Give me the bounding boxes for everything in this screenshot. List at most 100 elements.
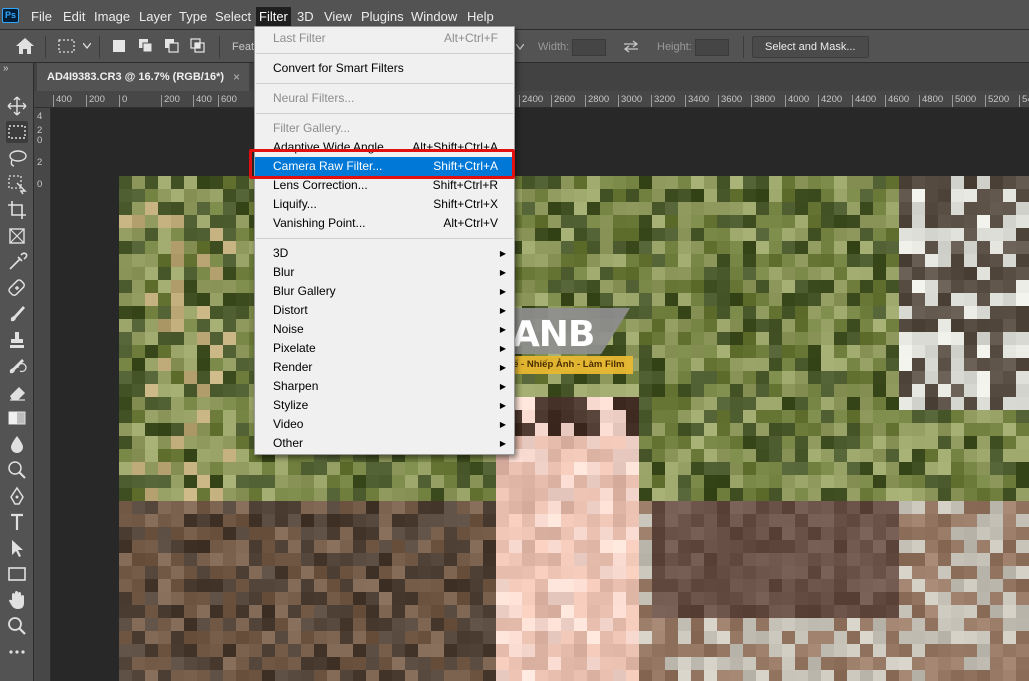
marquee-preset-icon[interactable] bbox=[58, 39, 76, 53]
healing-brush-icon[interactable] bbox=[6, 277, 28, 299]
ruler-tick-label: 400 bbox=[53, 95, 72, 107]
ruler-tick-label: 3800 bbox=[751, 95, 775, 107]
filter-menu-item-sharpen[interactable]: Sharpen ▶ bbox=[255, 377, 514, 396]
filter-menu-item-noise[interactable]: Noise ▶ bbox=[255, 320, 514, 339]
width-field[interactable] bbox=[572, 39, 606, 56]
menu-item-label: Blur bbox=[273, 265, 295, 279]
menu-select[interactable]: Select bbox=[212, 7, 254, 27]
crop-icon[interactable] bbox=[6, 199, 28, 221]
filter-menu-item-pixelate[interactable]: Pixelate ▶ bbox=[255, 339, 514, 358]
document-tab-bar: AD4I9383.CR3 @ 16.7% (RGB/16*) × bbox=[34, 63, 1029, 91]
intersect-selection-icon[interactable] bbox=[190, 38, 206, 54]
clone-stamp-icon[interactable] bbox=[6, 329, 28, 351]
canvas-area[interactable] bbox=[51, 108, 1029, 681]
menu-plugins[interactable]: Plugins bbox=[358, 7, 407, 27]
filter-menu-item-convert-for-smart-filters[interactable]: Convert for Smart Filters bbox=[255, 59, 514, 78]
swap-width-height-icon[interactable] bbox=[623, 40, 639, 53]
zoom-icon[interactable] bbox=[6, 615, 28, 637]
hand-icon[interactable] bbox=[6, 589, 28, 611]
eyedropper-icon[interactable] bbox=[6, 251, 28, 273]
filter-menu-item-adaptive-wide-angle[interactable]: Adaptive Wide Angle... Alt+Shift+Ctrl+A bbox=[255, 138, 514, 157]
close-icon[interactable]: × bbox=[233, 70, 240, 84]
menu-layer[interactable]: Layer bbox=[136, 7, 175, 27]
filter-menu-item-render[interactable]: Render ▶ bbox=[255, 358, 514, 377]
filter-menu-item-other[interactable]: Other ▶ bbox=[255, 434, 514, 453]
ruler-tick-label: 4800 bbox=[919, 95, 943, 107]
menu-item-label: Stylize bbox=[273, 398, 309, 412]
filter-menu-item-vanishing-point[interactable]: Vanishing Point... Alt+Ctrl+V bbox=[255, 214, 514, 233]
menu-view[interactable]: View bbox=[321, 7, 355, 27]
menu-filter[interactable]: Filter bbox=[256, 7, 291, 27]
marquee-icon[interactable] bbox=[6, 121, 28, 143]
chevron-down-icon[interactable] bbox=[83, 43, 91, 49]
menu-item-label: Other bbox=[273, 436, 304, 450]
rectangle-icon[interactable] bbox=[6, 563, 28, 585]
document-tab[interactable]: AD4I9383.CR3 @ 16.7% (RGB/16*) × bbox=[37, 63, 249, 91]
menu-image[interactable]: Image bbox=[91, 7, 133, 27]
add-to-selection-icon[interactable] bbox=[138, 38, 154, 54]
brush-icon[interactable] bbox=[6, 303, 28, 325]
new-selection-icon[interactable] bbox=[112, 39, 127, 54]
height-field[interactable] bbox=[695, 39, 729, 56]
menu-item-label: Pixelate bbox=[273, 341, 316, 355]
tools-panel: » bbox=[0, 63, 34, 681]
submenu-arrow-icon: ▶ bbox=[499, 306, 506, 315]
style-dropdown-chevron-icon[interactable] bbox=[516, 44, 524, 50]
ruler-tick-label: 200 bbox=[161, 95, 180, 107]
filter-menu-item-camera-raw-filter[interactable]: Camera Raw Filter... Shift+Ctrl+A bbox=[255, 157, 514, 176]
menu-separator bbox=[256, 53, 513, 54]
filter-menu-item-distort[interactable]: Distort ▶ bbox=[255, 301, 514, 320]
filter-menu-item-3d[interactable]: 3D ▶ bbox=[255, 244, 514, 263]
menu-separator bbox=[256, 83, 513, 84]
filter-menu-item-blur-gallery[interactable]: Blur Gallery ▶ bbox=[255, 282, 514, 301]
lasso-icon[interactable] bbox=[6, 147, 28, 169]
blur-icon[interactable] bbox=[6, 433, 28, 455]
ruler-tick-label: 0 bbox=[37, 179, 43, 190]
menu-3d[interactable]: 3D bbox=[294, 7, 317, 27]
ruler-tick-label: 5000 bbox=[952, 95, 976, 107]
menu-item-shortcut: Alt+Ctrl+V bbox=[443, 216, 498, 230]
move-icon[interactable] bbox=[6, 95, 28, 117]
filter-menu-item-neural-filters: Neural Filters... bbox=[255, 89, 514, 108]
filter-menu-item-lens-correction[interactable]: Lens Correction... Shift+Ctrl+R bbox=[255, 176, 514, 195]
ruler-tick-label: 2600 bbox=[551, 95, 575, 107]
panel-collapse-toggle[interactable]: » bbox=[3, 63, 9, 74]
vertical-ruler[interactable]: 42020 bbox=[34, 108, 51, 681]
home-icon[interactable] bbox=[15, 37, 35, 55]
more-tools-icon[interactable] bbox=[6, 641, 28, 663]
frame-icon[interactable] bbox=[6, 225, 28, 247]
menu-item-label: Camera Raw Filter... bbox=[273, 159, 383, 173]
menu-type[interactable]: Type bbox=[176, 7, 210, 27]
horizontal-ruler[interactable]: 400 200 0 200 400 600 2400 2600 2800 3000 3200 3400… bbox=[34, 91, 1029, 108]
history-brush-icon[interactable] bbox=[6, 355, 28, 377]
eraser-icon[interactable] bbox=[6, 381, 28, 403]
menu-file[interactable]: File bbox=[28, 7, 55, 27]
subtract-from-selection-icon[interactable] bbox=[164, 38, 180, 54]
gradient-icon[interactable] bbox=[6, 407, 28, 429]
object-select-icon[interactable] bbox=[6, 173, 28, 195]
ruler-tick-label: 4000 bbox=[785, 95, 809, 107]
menu-item-label: Liquify... bbox=[273, 197, 317, 211]
menu-item-label: Video bbox=[273, 417, 304, 431]
select-and-mask-button[interactable]: Select and Mask... bbox=[752, 36, 869, 58]
dodge-icon[interactable] bbox=[6, 459, 28, 481]
menu-item-label: Lens Correction... bbox=[273, 178, 368, 192]
type-icon[interactable] bbox=[6, 511, 28, 533]
filter-menu-item-video[interactable]: Video ▶ bbox=[255, 415, 514, 434]
filter-menu-item-blur[interactable]: Blur ▶ bbox=[255, 263, 514, 282]
submenu-arrow-icon: ▶ bbox=[499, 401, 506, 410]
menu-window[interactable]: Window bbox=[408, 7, 460, 27]
ruler-tick-label: 400 bbox=[193, 95, 212, 107]
ruler-tick-label: 5400 bbox=[1019, 95, 1029, 107]
menu-edit[interactable]: Edit bbox=[60, 7, 88, 27]
submenu-arrow-icon: ▶ bbox=[499, 268, 506, 277]
ruler-tick-label: 5200 bbox=[985, 95, 1009, 107]
pen-icon[interactable] bbox=[6, 485, 28, 507]
menu-help[interactable]: Help bbox=[464, 7, 497, 27]
menu-separator bbox=[256, 113, 513, 114]
path-select-icon[interactable] bbox=[6, 537, 28, 559]
ruler-tick-label: 3200 bbox=[651, 95, 675, 107]
document-tab-title: AD4I9383.CR3 @ 16.7% (RGB/16*) bbox=[47, 71, 225, 83]
filter-menu-item-stylize[interactable]: Stylize ▶ bbox=[255, 396, 514, 415]
filter-menu-item-liquify[interactable]: Liquify... Shift+Ctrl+X bbox=[255, 195, 514, 214]
